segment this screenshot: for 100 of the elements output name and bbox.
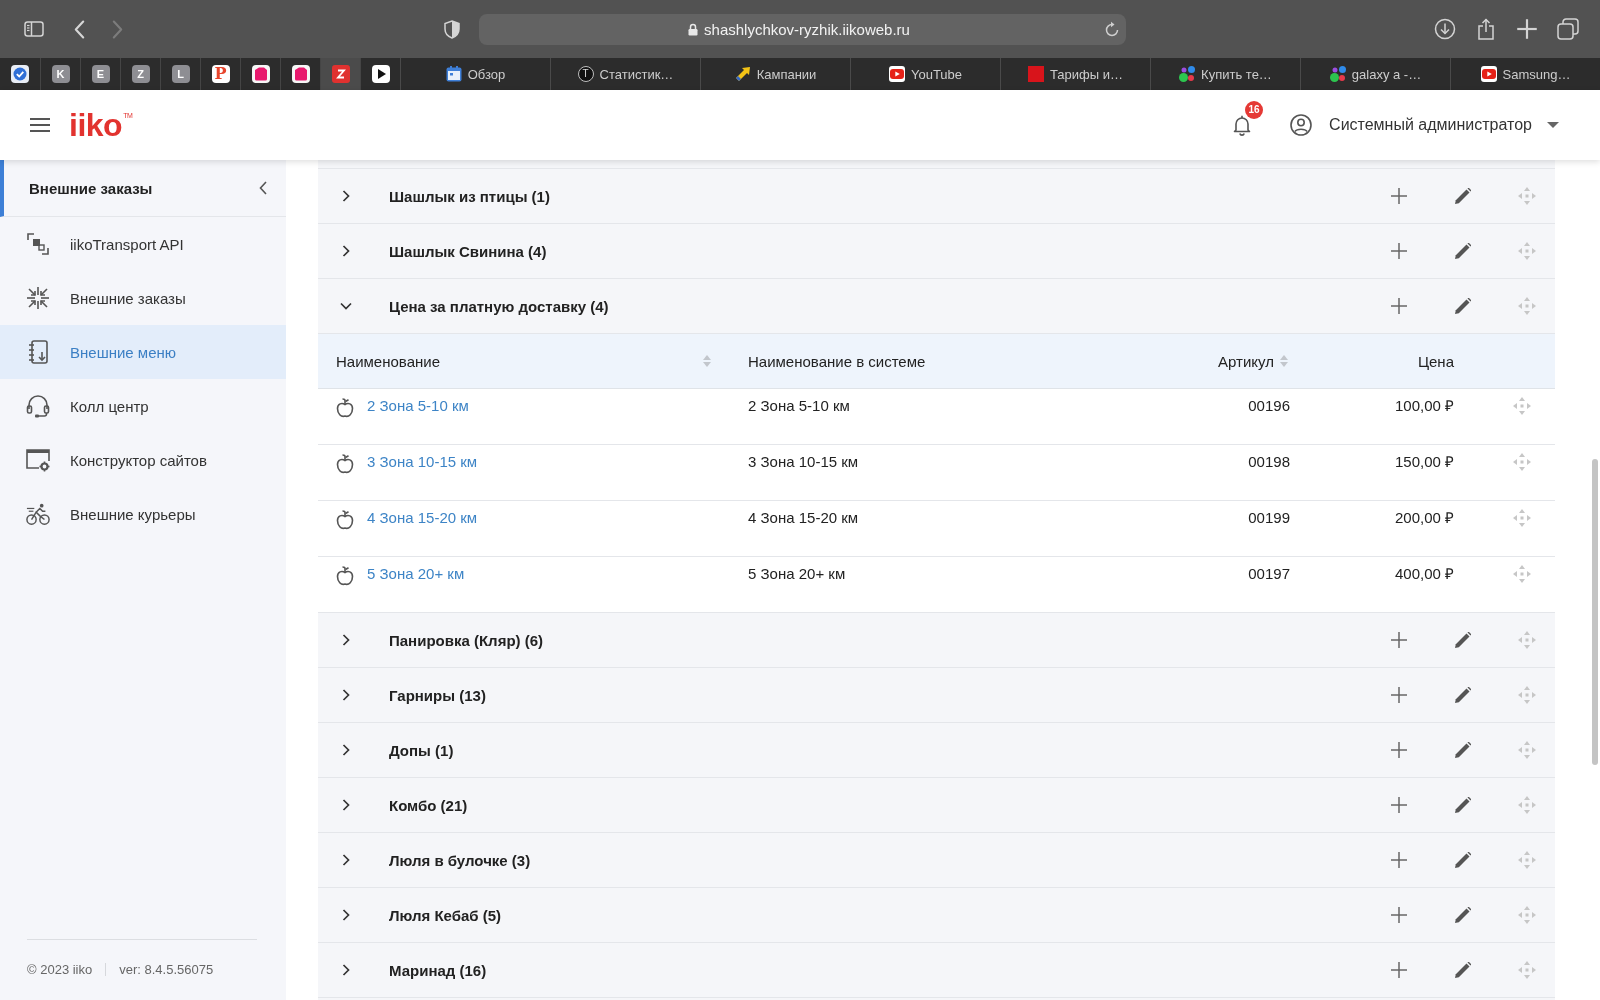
reload-icon[interactable]	[1105, 21, 1119, 37]
copyright-text: © 2023 iiko	[27, 962, 93, 977]
table-cell: 200,00 ₽	[1394, 509, 1454, 527]
category-title: Панировка (Кляр) (6)	[389, 631, 545, 649]
table-cell: 2 Зона 5-10 км	[748, 397, 850, 415]
download-icon[interactable]	[1434, 18, 1456, 40]
plus-icon[interactable]	[1391, 962, 1407, 978]
tile-icon	[291, 65, 310, 83]
notification-badge: 16	[1245, 100, 1264, 119]
table-cell: 100,00 ₽	[1394, 397, 1454, 415]
caret-down-icon[interactable]	[1547, 122, 1559, 128]
item-link[interactable]: 3 Зона 10-15 км	[367, 453, 478, 471]
pencil-icon[interactable]	[1455, 962, 1471, 978]
square-icon	[1028, 66, 1044, 82]
tile-icon	[251, 65, 270, 83]
menu-icon[interactable]	[30, 118, 50, 132]
play-icon	[371, 65, 390, 83]
plus-icon[interactable]	[1391, 632, 1407, 648]
bell-icon[interactable]	[1233, 114, 1252, 136]
lock-icon	[688, 22, 699, 36]
sidebar-item[interactable]: iikoTransport API	[0, 217, 286, 271]
category-title: Цена за платную доставку (4)	[389, 297, 610, 315]
pencil-icon[interactable]	[1455, 852, 1471, 868]
bicycle-icon	[26, 502, 50, 526]
column-header: Наименование	[336, 352, 440, 370]
plus-icon[interactable]	[1391, 852, 1407, 868]
pencil-icon[interactable]	[1455, 797, 1471, 813]
pencil-icon[interactable]	[1455, 907, 1471, 923]
letter-tile: E	[91, 65, 110, 83]
plus-icon[interactable]	[1391, 687, 1407, 703]
item-link[interactable]: 5 Зона 20+ км	[367, 565, 465, 583]
video-play-icon	[1480, 66, 1497, 82]
plus-icon[interactable]	[1391, 188, 1407, 204]
sidebar-item[interactable]: Внешние курьеры	[0, 487, 286, 541]
circle-letter: T	[577, 66, 594, 82]
address-field[interactable]: shashlychkov-ryzhik.iikoweb.ru	[479, 13, 1126, 45]
plus-icon[interactable]	[1391, 298, 1407, 314]
category-title: Люля Кебаб (5)	[389, 906, 503, 924]
dots-icon	[1329, 66, 1346, 82]
category-title: Маринад (16)	[389, 961, 488, 979]
apple-icon	[336, 510, 354, 530]
window-gear-icon	[26, 448, 50, 472]
sidebar-item[interactable]: Внешние меню	[0, 325, 286, 379]
table-cell: 00197	[1248, 565, 1290, 583]
sidebar-icon[interactable]	[24, 21, 44, 37]
pencil-icon[interactable]	[1455, 298, 1471, 314]
pencil-icon[interactable]	[1455, 687, 1471, 703]
arrows-icon	[26, 286, 50, 310]
video-play-icon	[888, 66, 905, 82]
chevron-left-icon[interactable]	[259, 181, 267, 195]
arrow-icon	[734, 66, 751, 82]
back-icon[interactable]	[74, 19, 85, 39]
headset-icon	[26, 394, 50, 418]
pencil-icon[interactable]	[1455, 632, 1471, 648]
plus-icon[interactable]	[1391, 243, 1407, 259]
table-cell: 400,00 ₽	[1394, 565, 1454, 583]
letter-tile: P	[211, 65, 230, 83]
pencil-icon[interactable]	[1455, 188, 1471, 204]
category-title: Шашлык Свинина (4)	[389, 242, 548, 260]
column-header: Цена	[1417, 352, 1454, 370]
category-title: Шашлык из птицы (1)	[389, 187, 551, 205]
shield-icon[interactable]	[444, 19, 460, 39]
item-link[interactable]: 4 Зона 15-20 км	[367, 509, 478, 527]
sidebar-section-title: Внешние заказы	[29, 179, 154, 197]
zigzag-tile-icon	[331, 65, 350, 83]
plus-icon[interactable]	[1391, 742, 1407, 758]
table-cell: 5 Зона 20+ км	[748, 565, 846, 583]
letter-tile: L	[171, 65, 190, 83]
user-icon[interactable]	[1290, 114, 1313, 136]
dots-icon	[1179, 66, 1196, 82]
letter-tile: Z	[131, 65, 150, 83]
plus-icon[interactable]	[1391, 797, 1407, 813]
scrollbar-thumb[interactable]	[1592, 459, 1598, 765]
checkmark-icon	[11, 65, 29, 83]
overlapping-squares-icon[interactable]	[1557, 18, 1579, 40]
table-cell: 4 Зона 15-20 км	[748, 509, 859, 527]
squares-icon	[26, 232, 50, 256]
table-cell: 00199	[1248, 509, 1290, 527]
sidebar-item[interactable]: Колл центр	[0, 379, 286, 433]
category-title: Люля в булочке (3)	[389, 851, 532, 869]
plus-icon[interactable]	[1516, 18, 1538, 40]
table-cell: 150,00 ₽	[1394, 453, 1454, 471]
column-header: Наименование в системе	[748, 352, 926, 370]
column-header: Артикул	[1218, 352, 1274, 370]
category-title: Комбо (21)	[389, 796, 469, 814]
sidebar-item[interactable]: Внешние заказы	[0, 271, 286, 325]
item-link[interactable]: 2 Зона 5-10 км	[367, 397, 469, 415]
notebook-icon	[26, 340, 50, 364]
pencil-icon[interactable]	[1455, 243, 1471, 259]
table-cell: 00196	[1248, 397, 1290, 415]
sidebar-item[interactable]: Конструктор сайтов	[0, 433, 286, 487]
plus-icon[interactable]	[1391, 907, 1407, 923]
category-title: Гарниры (13)	[389, 686, 487, 704]
apple-icon	[336, 566, 354, 586]
user-name[interactable]: Системный администратор	[1329, 116, 1532, 134]
logo[interactable]: iiko$^{TM}$	[69, 109, 133, 141]
pencil-icon[interactable]	[1455, 742, 1471, 758]
share-icon[interactable]	[1475, 18, 1497, 40]
table-cell: 00198	[1248, 453, 1290, 471]
version-text: ver: 8.4.5.56075	[119, 962, 214, 977]
